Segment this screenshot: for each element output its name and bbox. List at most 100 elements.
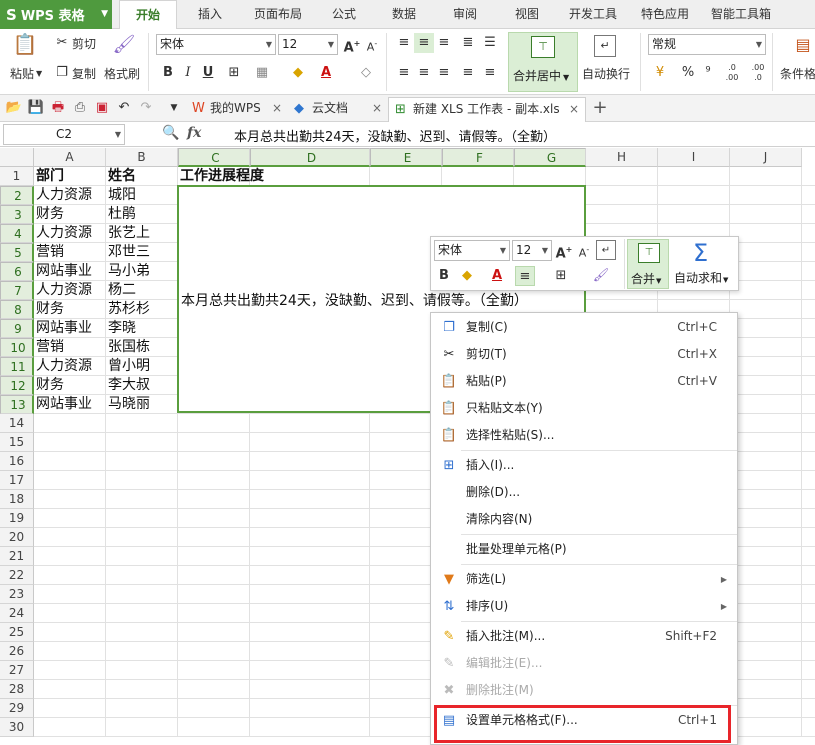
menu-item-1[interactable]: ❐ 复制(C) Ctrl+C xyxy=(431,314,737,341)
row-header-29[interactable]: 29 xyxy=(0,699,34,718)
row-header-8[interactable]: 8 xyxy=(0,300,34,319)
row-header-20[interactable]: 20 xyxy=(0,528,34,547)
menu-item-7[interactable]: 删除(D)... xyxy=(431,479,737,506)
underline-button[interactable]: U xyxy=(198,63,218,83)
tab-active-workbook[interactable]: ⊞ 新建 XLS 工作表 - 副本.xls × xyxy=(388,97,586,122)
wrap-text-icon[interactable]: ↵ xyxy=(594,35,616,57)
cell-a2[interactable]: 人力资源 xyxy=(34,186,106,205)
cell-b13[interactable]: 马晓丽 xyxy=(106,395,178,414)
tab-data[interactable]: 数据 xyxy=(382,0,426,29)
copy-icon[interactable]: ❐ xyxy=(52,63,72,83)
mini-autosum-button[interactable]: 自动求和▼ xyxy=(674,269,728,286)
menu-item-4[interactable]: 📋 只粘贴文本(Y) xyxy=(431,395,737,422)
align-bottom-icon[interactable]: ≡ xyxy=(434,33,454,53)
row-header-16[interactable]: 16 xyxy=(0,452,34,471)
decrease-decimal-icon[interactable]: .00.0 xyxy=(748,63,768,83)
cell-b9[interactable]: 李晓 xyxy=(106,319,178,338)
row-header-15[interactable]: 15 xyxy=(0,433,34,452)
conditional-format-button[interactable]: 条件格 xyxy=(780,65,815,82)
row-header-13[interactable]: 13 xyxy=(0,395,34,414)
menu-item-8[interactable]: 清除内容(N) xyxy=(431,506,737,533)
clear-format-icon[interactable]: ◇ xyxy=(356,63,376,83)
indent-icon[interactable]: ☰ xyxy=(480,33,500,53)
percent-button[interactable]: % xyxy=(678,63,698,83)
cell-b2[interactable]: 城阳 xyxy=(106,186,178,205)
italic-button[interactable]: I xyxy=(178,63,198,83)
conditional-format-icon[interactable]: ▤ xyxy=(792,35,814,57)
export-pdf-icon[interactable]: ▣ xyxy=(92,98,112,118)
menu-item-10[interactable]: ▼ 筛选(L) ▶ xyxy=(431,566,737,593)
row-header-2[interactable]: 2 xyxy=(0,186,34,205)
row-header-6[interactable]: 6 xyxy=(0,262,34,281)
chevron-down-icon[interactable]: ▼ xyxy=(164,98,184,118)
cut-button[interactable]: 剪切 xyxy=(72,35,96,52)
select-all-corner[interactable] xyxy=(0,148,34,167)
column-header-e[interactable]: E xyxy=(370,148,442,167)
merge-center-button[interactable]: ⊤ 合并居中 ▼ xyxy=(508,32,578,92)
row-header-5[interactable]: 5 xyxy=(0,243,34,262)
mini-format-painter-icon[interactable]: 🖌 xyxy=(591,266,611,286)
mini-merge-button[interactable]: ⊤ 合并▼ xyxy=(627,239,669,289)
tab-home[interactable]: 开始 xyxy=(119,0,177,30)
cell-b8[interactable]: 苏杉杉 xyxy=(106,300,178,319)
tab-review[interactable]: 审阅 xyxy=(443,0,487,29)
mini-font-name-select[interactable]: 宋体 ▼ xyxy=(434,240,510,261)
mini-bold-button[interactable]: B xyxy=(434,266,454,286)
row-header-28[interactable]: 28 xyxy=(0,680,34,699)
number-format-select[interactable]: 常规 ▼ xyxy=(648,34,766,55)
currency-icon[interactable]: ¥ xyxy=(650,63,670,83)
align-right-icon[interactable]: ≡ xyxy=(434,63,454,83)
mini-wrap-icon[interactable]: ↵ xyxy=(596,240,616,260)
cell-a1[interactable]: 部门 xyxy=(34,167,106,186)
cell-b6[interactable]: 马小弟 xyxy=(106,262,178,281)
increase-decimal-icon[interactable]: .0.00 xyxy=(722,63,742,83)
folder-icon[interactable]: 📂 xyxy=(4,98,24,118)
new-tab-icon[interactable]: + xyxy=(590,98,610,118)
print-preview-icon[interactable]: 🖶 xyxy=(48,98,68,118)
row-header-24[interactable]: 24 xyxy=(0,604,34,623)
autosum-icon[interactable]: Σ xyxy=(693,239,708,267)
row-header-9[interactable]: 9 xyxy=(0,319,34,338)
close-icon[interactable]: × xyxy=(272,97,282,120)
paste-icon[interactable]: 📋 xyxy=(12,34,38,60)
undo-icon[interactable]: ↶ xyxy=(114,98,134,118)
menu-item-11[interactable]: ⇅ 排序(U) ▶ xyxy=(431,593,737,620)
cell-a7[interactable]: 人力资源 xyxy=(34,281,106,300)
menu-item-6[interactable]: ⊞ 插入(I)... xyxy=(431,452,737,479)
thousands-button[interactable]: ⁹ xyxy=(698,63,718,83)
close-icon[interactable]: × xyxy=(372,97,382,120)
formula-input[interactable]: 本月总共出勤共24天，没缺勤、迟到、请假等。（全勤） xyxy=(234,126,556,145)
row-header-4[interactable]: 4 xyxy=(0,224,34,243)
bold-button[interactable]: B xyxy=(158,63,178,83)
tab-formulas[interactable]: 公式 xyxy=(322,0,366,29)
column-header-g[interactable]: G xyxy=(514,148,586,167)
shrink-font-icon[interactable]: A- xyxy=(362,34,382,54)
font-size-select[interactable]: 12 ▼ xyxy=(278,34,338,55)
format-painter-icon[interactable]: 🖌 xyxy=(112,35,136,59)
row-header-19[interactable]: 19 xyxy=(0,509,34,528)
distribute-icon[interactable]: ≡ xyxy=(480,63,500,83)
tab-toolbox[interactable]: 智能工具箱 xyxy=(705,0,777,29)
cell-b4[interactable]: 张艺上 xyxy=(106,224,178,243)
cell-b3[interactable]: 杜鹃 xyxy=(106,205,178,224)
row-header-23[interactable]: 23 xyxy=(0,585,34,604)
mini-fill-color-icon[interactable]: ◆ xyxy=(457,266,477,286)
justify-icon[interactable]: ≡ xyxy=(458,63,478,83)
column-header-f[interactable]: F xyxy=(442,148,514,167)
print-icon[interactable]: ⎙ xyxy=(70,98,90,118)
cell-b1[interactable]: 姓名 xyxy=(106,167,178,186)
mini-shrink-font-icon[interactable]: A- xyxy=(574,240,594,260)
font-color-icon[interactable]: A xyxy=(316,63,336,83)
cell-a5[interactable]: 营销 xyxy=(34,243,106,262)
save-icon[interactable]: 💾 xyxy=(26,98,46,118)
redo-icon[interactable]: ↷ xyxy=(136,98,156,118)
cell-a3[interactable]: 财务 xyxy=(34,205,106,224)
app-menu-button[interactable]: S WPS 表格 ▼ xyxy=(0,0,112,29)
row-header-30[interactable]: 30 xyxy=(0,718,34,737)
tab-insert[interactable]: 插入 xyxy=(188,0,232,29)
cell-b10[interactable]: 张国栋 xyxy=(106,338,178,357)
align-left-icon[interactable]: ≡ xyxy=(394,63,414,83)
format-painter-button[interactable]: 格式刷 xyxy=(104,65,140,82)
column-header-b[interactable]: B xyxy=(106,148,178,167)
cell-c1[interactable]: 工作进展程度 xyxy=(178,167,358,186)
